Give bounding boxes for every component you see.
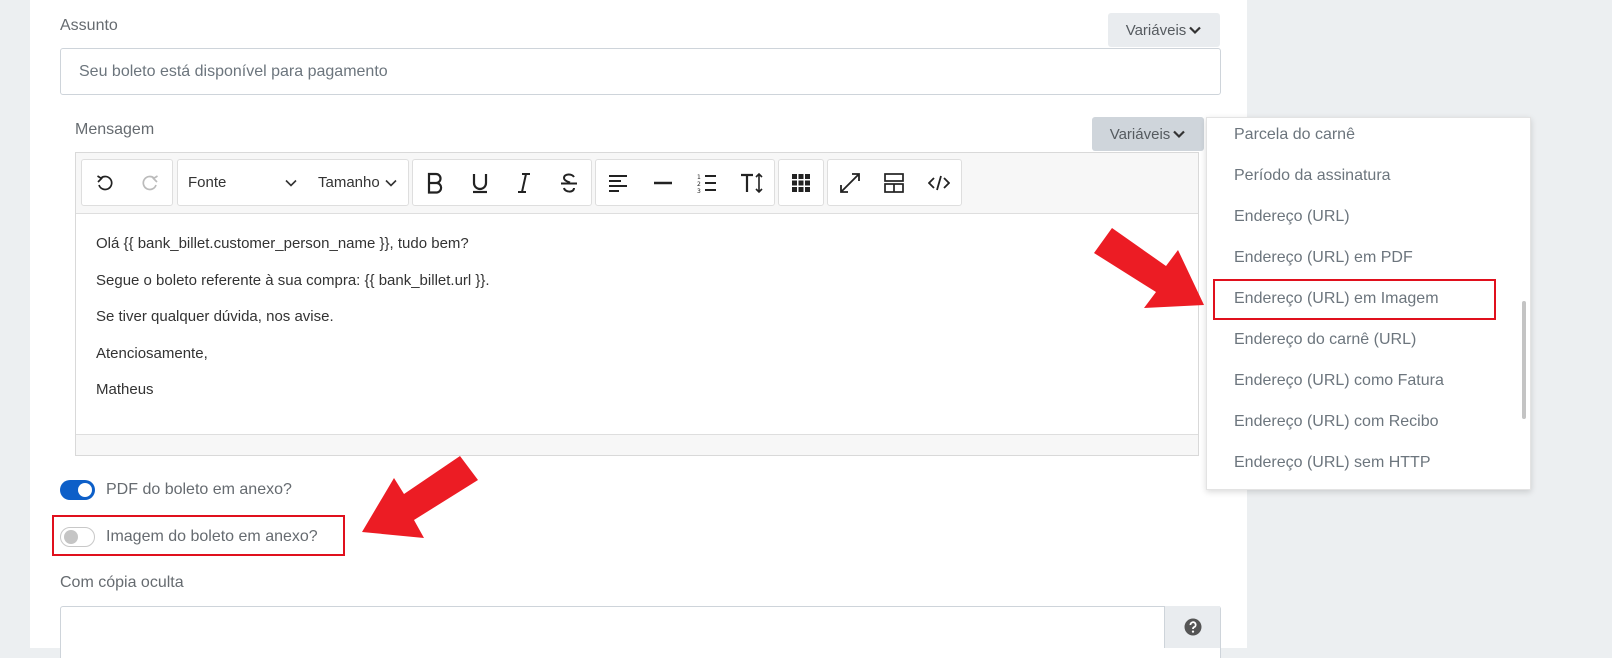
- subject-input[interactable]: Seu boleto está disponível para pagament…: [60, 48, 1221, 95]
- image-attachment-highlight: [52, 515, 345, 556]
- undo-icon: [96, 174, 113, 190]
- message-line: Olá {{ bank_billet.customer_person_name …: [96, 235, 469, 252]
- dropdown-scrollbar[interactable]: [1522, 301, 1526, 419]
- chevron-down-icon: [1189, 26, 1202, 35]
- fullscreen-button[interactable]: [828, 160, 872, 205]
- chevron-down-icon: [285, 179, 297, 187]
- bold-button[interactable]: [413, 160, 458, 205]
- subject-variables-button[interactable]: Variáveis: [1108, 13, 1220, 47]
- horizontal-rule-icon: [653, 181, 672, 184]
- code-view-button[interactable]: [917, 160, 961, 205]
- fullscreen-icon: [840, 172, 861, 193]
- annotation-arrow-icon: [362, 456, 478, 538]
- view-group: [827, 159, 962, 206]
- pdf-attachment-toggle[interactable]: [60, 480, 95, 500]
- dropdown-item[interactable]: Endereço do carnê (URL): [1234, 331, 1416, 349]
- strikethrough-icon: [560, 173, 577, 193]
- undo-button[interactable]: [82, 160, 127, 205]
- size-select[interactable]: Tamanho: [308, 160, 408, 205]
- dropdown-item[interactable]: Endereço (URL) como Fatura: [1234, 372, 1444, 390]
- layout-icon: [884, 172, 905, 193]
- message-label: Mensagem: [75, 121, 155, 138]
- font-select-label: Fonte: [188, 174, 227, 191]
- text-style-group: [412, 159, 592, 206]
- subject-label: Assunto: [60, 17, 118, 34]
- ordered-list-icon: 123: [697, 174, 717, 193]
- strikethrough-button[interactable]: [547, 160, 592, 205]
- editor-toolbar: Fonte Tamanho 1 2 3: [76, 153, 1198, 214]
- editor-content[interactable]: Olá {{ bank_billet.customer_person_name …: [76, 214, 1198, 436]
- dropdown-item[interactable]: Endereço (URL) em PDF: [1234, 249, 1413, 267]
- dropdown-item[interactable]: Endereço (URL) com Recibo: [1234, 413, 1439, 431]
- editor-resize-bar[interactable]: [76, 434, 1198, 455]
- message-line: Matheus: [96, 381, 154, 398]
- dropdown-item[interactable]: Endereço (URL) sem HTTP: [1234, 454, 1431, 472]
- dropdown-item[interactable]: Parcela do carnê: [1234, 126, 1355, 144]
- message-line: Segue o boleto referente à sua compra: {…: [96, 271, 490, 289]
- redo-button[interactable]: [127, 160, 172, 205]
- subject-variables-label: Variáveis: [1125, 21, 1187, 39]
- size-select-label: Tamanho: [318, 174, 380, 191]
- pdf-attachment-label: PDF do boleto em anexo?: [106, 481, 292, 498]
- message-line: Atenciosamente,: [96, 344, 208, 362]
- font-group: Fonte Tamanho: [177, 159, 409, 206]
- pdf-attachment-option: PDF do boleto em anexo?: [60, 480, 292, 500]
- code-view-icon: [927, 175, 950, 190]
- font-select[interactable]: Fonte: [178, 160, 308, 205]
- underline-button[interactable]: [458, 160, 503, 205]
- align-button[interactable]: [596, 160, 641, 205]
- underline-icon: [472, 173, 487, 193]
- dropdown-item[interactable]: Endereço (URL): [1234, 208, 1350, 226]
- dropdown-item[interactable]: Período da assinatura: [1234, 167, 1391, 185]
- bcc-help-button[interactable]: [1164, 606, 1220, 648]
- text-height-icon: [740, 172, 763, 193]
- chevron-down-icon: [385, 179, 397, 187]
- message-variables-label: Variáveis: [1109, 125, 1171, 143]
- dropdown-item-highlight-box: [1213, 279, 1496, 320]
- bcc-label: Com cópia oculta: [60, 574, 184, 591]
- italic-button[interactable]: [502, 160, 547, 205]
- history-group: [81, 159, 173, 206]
- ordered-list-button[interactable]: 123: [685, 160, 730, 205]
- message-variables-button[interactable]: Variáveis: [1092, 117, 1204, 151]
- horizontal-rule-button[interactable]: [641, 160, 686, 205]
- insert-group: [778, 159, 824, 206]
- chevron-down-icon: [1173, 130, 1186, 139]
- layout-button[interactable]: [872, 160, 916, 205]
- bold-icon: [428, 172, 443, 194]
- annotation-arrow-icon: [1094, 228, 1204, 308]
- table-icon: [792, 173, 810, 192]
- svg-text:1: 1: [697, 174, 701, 181]
- italic-icon: [518, 172, 531, 193]
- paragraph-group: 123: [595, 159, 775, 206]
- svg-text:3: 3: [697, 188, 701, 193]
- rich-text-editor: Fonte Tamanho 1 2 3 Olá {{bank_billet.c…: [75, 152, 1199, 456]
- align-left-icon: [609, 174, 628, 192]
- message-line: Se tiver qualquer dúvida, nos avise.: [96, 308, 334, 325]
- table-button[interactable]: [779, 160, 823, 205]
- bcc-input[interactable]: [60, 606, 1221, 658]
- text-size-button[interactable]: [730, 160, 775, 205]
- question-circle-icon: [1184, 618, 1201, 636]
- svg-text:2: 2: [697, 181, 701, 188]
- redo-icon: [141, 174, 158, 190]
